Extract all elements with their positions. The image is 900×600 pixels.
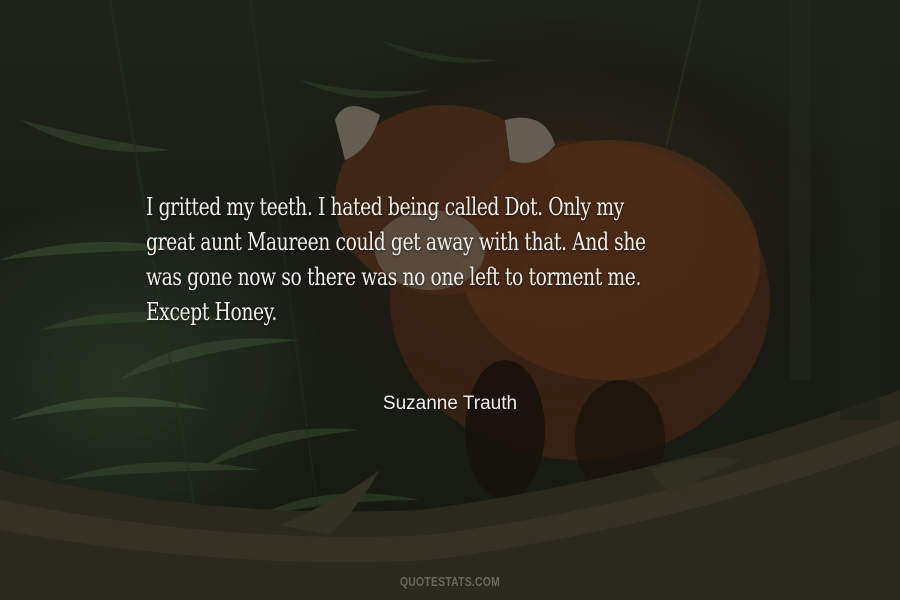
quote-text: I gritted my teeth. I hated being called… [146,190,646,330]
quote-card: I gritted my teeth. I hated being called… [0,0,900,600]
quote-author: Suzanne Trauth [382,393,518,414]
quote-line: I gritted my teeth. I hated being called… [146,193,624,221]
quote-line: was gone now so there was no one left to… [146,263,642,291]
site-watermark: QUOTESTATS.COM [399,574,501,589]
quote-line: Except Honey. [146,298,277,326]
quote-line: great aunt Maureen could get away with t… [146,228,646,256]
